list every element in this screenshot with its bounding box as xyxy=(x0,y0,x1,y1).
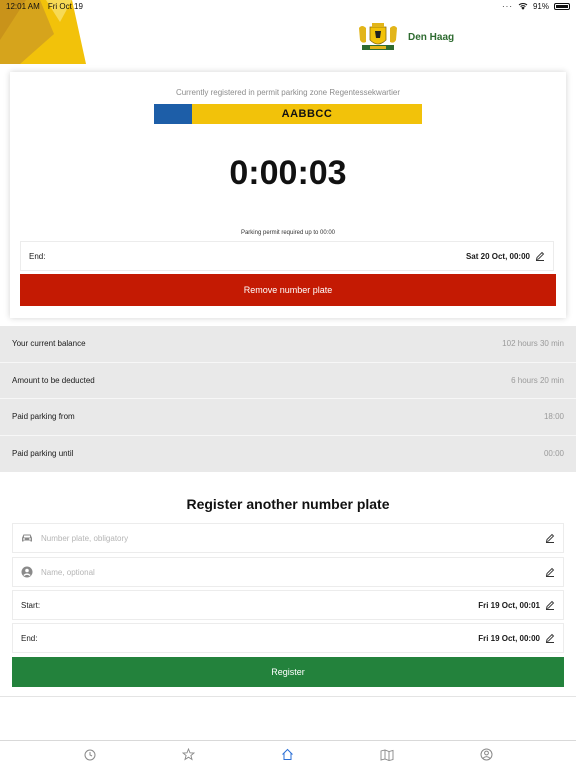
end-time-row[interactable]: End: Sat 20 Oct, 00:00 xyxy=(20,241,554,271)
person-icon xyxy=(21,566,33,578)
register-end-value: Fri 19 Oct, 00:00 xyxy=(478,633,540,643)
permit-note: Parking permit required up to 00:00 xyxy=(240,230,336,236)
start-time-row[interactable]: Start: Fri 19 Oct, 00:01 xyxy=(12,590,564,620)
register-title: Register another number plate xyxy=(186,496,390,512)
tab-favorites[interactable] xyxy=(177,743,201,767)
clock-icon xyxy=(84,749,96,760)
summary-row-deducted: Amount to be deducted 6 hours 20 min xyxy=(0,363,576,399)
status-time: 12:01 AM xyxy=(6,1,40,11)
plate-number: AABBCC xyxy=(192,104,422,124)
summary-row-paid-from: Paid parking from 18:00 xyxy=(0,399,576,436)
pencil-icon[interactable] xyxy=(545,633,555,643)
summary-label: Paid parking until xyxy=(12,449,74,459)
number-plate-placeholder: Number plate, obligatory xyxy=(41,533,129,543)
register-end-label: End: xyxy=(21,633,38,643)
summary-label: Your current balance xyxy=(12,339,86,349)
number-plate-field[interactable]: Number plate, obligatory xyxy=(12,523,564,553)
pencil-icon[interactable] xyxy=(545,600,555,610)
tab-home[interactable] xyxy=(276,743,300,767)
den-haag-logo: Den Haag xyxy=(356,22,454,52)
summary-row-balance: Your current balance 102 hours 30 min xyxy=(0,326,576,363)
name-placeholder: Name, optional xyxy=(41,567,95,577)
wifi-icon xyxy=(518,3,528,10)
star-icon xyxy=(182,748,196,761)
remove-number-plate-button[interactable]: Remove number plate xyxy=(20,274,556,306)
active-parking-card: Currently registered in permit parking z… xyxy=(10,72,566,318)
summary-value: 18:00 xyxy=(543,412,564,422)
tab-map[interactable] xyxy=(375,743,399,767)
start-value: Fri 19 Oct, 00:01 xyxy=(478,600,540,610)
name-field[interactable]: Name, optional xyxy=(12,557,564,587)
summary-value: 6 hours 20 min xyxy=(511,375,564,385)
parking-timer: 0:00:03 xyxy=(229,154,347,192)
status-date: Fri Oct 19 xyxy=(47,1,83,11)
register-end-time-row[interactable]: End: Fri 19 Oct, 00:00 xyxy=(12,623,564,653)
divider xyxy=(0,696,576,697)
tab-bar xyxy=(0,740,576,768)
summary-label: Amount to be deducted xyxy=(12,375,95,385)
license-plate: AABBCC xyxy=(154,104,422,124)
tab-history[interactable] xyxy=(78,743,102,767)
pencil-icon[interactable] xyxy=(535,251,545,261)
summary-row-paid-until: Paid parking until 00:00 xyxy=(0,436,576,473)
summary-value: 102 hours 30 min xyxy=(502,339,564,349)
eu-strip xyxy=(154,104,192,124)
summary-label: Paid parking from xyxy=(12,412,75,422)
map-icon xyxy=(380,749,394,761)
pencil-icon[interactable] xyxy=(545,567,555,577)
register-button[interactable]: Register xyxy=(12,657,564,687)
status-bar: 12:01 AM Fri Oct 19 ··· 91% xyxy=(0,0,576,12)
pencil-icon[interactable] xyxy=(545,533,555,543)
car-icon xyxy=(22,534,32,542)
battery-icon xyxy=(554,2,570,10)
ellipsis-icon: ··· xyxy=(501,1,513,11)
crest-icon xyxy=(359,23,397,50)
start-label: Start: xyxy=(21,600,41,610)
end-value: Sat 20 Oct, 00:00 xyxy=(465,251,530,261)
account-icon xyxy=(480,748,493,761)
parking-summary: Your current balance 102 hours 30 min Am… xyxy=(0,326,576,472)
tab-account[interactable] xyxy=(474,743,498,767)
end-label: End: xyxy=(29,251,46,261)
summary-value: 00:00 xyxy=(543,449,564,459)
home-icon xyxy=(282,748,294,760)
zone-text: Currently registered in permit parking z… xyxy=(175,88,401,97)
brand-name: Den Haag xyxy=(408,31,455,43)
battery-percent: 91% xyxy=(532,1,549,11)
